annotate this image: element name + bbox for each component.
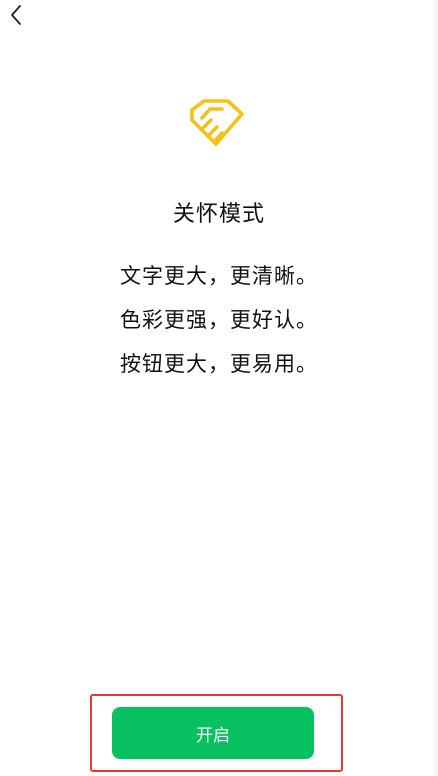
feature-item-color: 色彩更强，更好认。 xyxy=(120,308,318,332)
page-title: 关怀模式 xyxy=(172,202,265,227)
feature-item-buttons: 按钮更大，更易用。 xyxy=(120,352,318,376)
back-button[interactable] xyxy=(2,0,30,30)
right-edge-divider xyxy=(434,0,438,776)
feature-list: 文字更大，更清晰。 色彩更强，更好认。 按钮更大，更易用。 xyxy=(0,254,438,386)
enable-button[interactable]: 开启 xyxy=(112,707,314,759)
handshake-care-icon xyxy=(190,99,244,146)
chevron-left-icon xyxy=(11,5,21,25)
feature-item-text-size: 文字更大，更清晰。 xyxy=(120,264,318,288)
care-mode-screen: 关怀模式 文字更大，更清晰。 色彩更强，更好认。 按钮更大，更易用。 开启 xyxy=(0,0,438,776)
